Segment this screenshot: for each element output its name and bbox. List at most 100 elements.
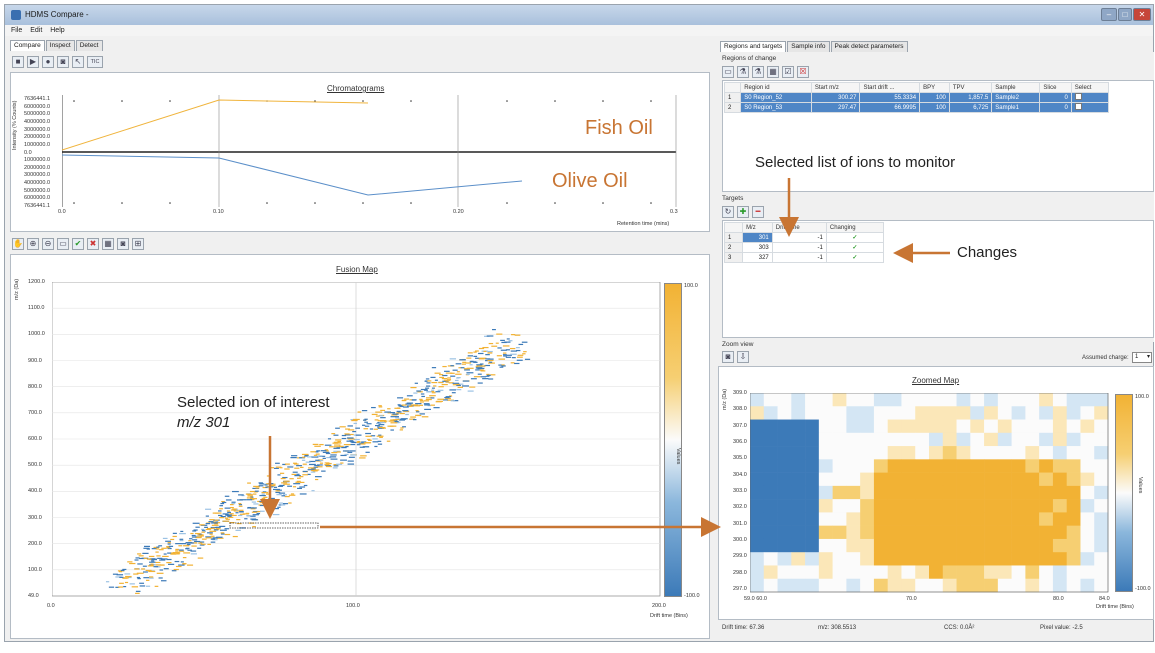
add-icon[interactable]: ✚ [737, 206, 749, 218]
fusion-point [491, 345, 498, 347]
stop-icon[interactable]: ■ [12, 56, 24, 68]
fusion-point [238, 502, 242, 505]
fusion-point [336, 463, 343, 465]
heatmap-cell [1080, 432, 1095, 447]
heatmap-cell [997, 578, 1012, 593]
heatmap-cell [1039, 525, 1054, 540]
flask-icon[interactable]: ⚗ [737, 66, 749, 78]
fusion-point [149, 577, 154, 579]
grid-icon[interactable]: ⊞ [132, 238, 144, 250]
col-header[interactable]: Changing [825, 222, 885, 233]
col-header[interactable]: M/z [742, 222, 773, 233]
camera-icon[interactable]: ◙ [722, 351, 734, 363]
col-header[interactable]: Region id [740, 82, 812, 93]
heatmap-cell [750, 565, 765, 580]
image-icon[interactable]: ▦ [767, 66, 779, 78]
fusion-point [263, 504, 269, 506]
table-row[interactable]: 2 303 -1 ✓ [723, 242, 885, 253]
fusion-point [137, 553, 142, 555]
fusion-point [158, 577, 163, 579]
check-all-icon[interactable]: ☑ [782, 66, 794, 78]
fusion-point [226, 514, 231, 517]
heatmap-cell [929, 578, 944, 593]
tab-detect[interactable]: Detect [75, 40, 103, 51]
play-icon[interactable]: ▶ [27, 56, 39, 68]
record-icon[interactable]: ● [42, 56, 54, 68]
image-icon[interactable]: ▦ [102, 238, 114, 250]
reject-icon[interactable]: ✖ [87, 238, 99, 250]
menu-file[interactable]: File [11, 27, 22, 34]
col-header[interactable]: Drift time [771, 222, 827, 233]
heatmap-cell [1066, 552, 1081, 566]
tic-button[interactable]: TIC [87, 56, 103, 68]
fusion-point [455, 363, 462, 365]
fusion-point [420, 393, 425, 395]
col-header[interactable]: Start m/z [810, 82, 861, 93]
zoom-x-tick: 80.0 [1053, 596, 1064, 602]
olive-oil-label: Olive Oil [552, 170, 628, 192]
chromatogram-title: Chromatograms [327, 84, 385, 93]
fusion-point [489, 361, 493, 363]
remove-icon[interactable]: ━ [752, 206, 764, 218]
select-region-icon[interactable]: ▭ [57, 238, 69, 250]
fusion-point [180, 561, 184, 563]
menu-edit[interactable]: Edit [30, 27, 42, 34]
assumed-charge-select[interactable]: 1 ▾ [1132, 352, 1152, 363]
col-header[interactable]: Sample [991, 82, 1041, 93]
select-checkbox[interactable] [1070, 92, 1110, 103]
pan-icon[interactable]: ✋ [12, 238, 24, 250]
tab-sample-info[interactable]: Sample info [787, 41, 830, 52]
uncheck-all-icon[interactable]: ☒ [797, 66, 809, 78]
heatmap-cell [1080, 446, 1095, 460]
fusion-point [377, 420, 383, 422]
heatmap-cell [887, 459, 902, 473]
heatmap-cell [750, 578, 765, 593]
tab-regions-and-targets[interactable]: Regions and targets [720, 41, 787, 52]
fusion-point [302, 456, 306, 458]
heatmap-cell [997, 419, 1012, 434]
fusion-point [377, 443, 383, 445]
fusion-ylabel: m/z (Da) [14, 278, 20, 300]
table-row[interactable]: 1 S0 Region_52 300.27 55.3334 100 1,857.… [723, 92, 1110, 103]
table-row[interactable]: 2 S0 Region_53 297.47 66.9995 100 6,725 … [723, 102, 1110, 113]
menu-help[interactable]: Help [50, 27, 64, 34]
heatmap-cell [763, 499, 778, 513]
close-button[interactable]: ✕ [1133, 8, 1151, 21]
fusion-point [186, 542, 194, 544]
heatmap-cell [818, 578, 833, 593]
col-header[interactable]: BPY [919, 82, 950, 93]
col-header[interactable]: Select [1070, 82, 1110, 93]
heatmap-cell [1066, 565, 1081, 580]
camera-icon[interactable]: ◙ [117, 238, 129, 250]
tab-peak-detect-parameters[interactable]: Peak detect parameters [830, 41, 908, 52]
flask-alt-icon[interactable]: ⚗ [752, 66, 764, 78]
heatmap-cell [832, 393, 847, 407]
select-icon[interactable]: ▭ [722, 66, 734, 78]
refresh-icon[interactable]: ↻ [722, 206, 734, 218]
export-icon[interactable]: ⇩ [737, 351, 749, 363]
fusion-point [459, 359, 466, 361]
col-header[interactable]: Start drift ... [859, 82, 921, 93]
heatmap-cell [984, 406, 999, 420]
minimize-button[interactable]: – [1101, 8, 1117, 21]
zoom-out-icon[interactable]: ⊖ [42, 238, 54, 250]
fusion-point [182, 557, 187, 559]
heatmap-cell [1080, 552, 1095, 566]
tab-compare[interactable]: Compare [10, 40, 45, 51]
table-row[interactable]: 1 301 -1 ✓ [723, 232, 885, 243]
fusion-point [498, 358, 506, 360]
heatmap-cell [887, 406, 902, 420]
heatmap-cell [929, 393, 944, 407]
fusion-point [424, 404, 431, 406]
tab-inspect[interactable]: Inspect [45, 40, 75, 51]
camera-icon[interactable]: ◙ [57, 56, 69, 68]
pointer-icon[interactable]: ↖ [72, 56, 84, 68]
table-row[interactable]: 3 327 -1 ✓ [723, 252, 885, 263]
select-checkbox[interactable] [1070, 102, 1110, 113]
col-header[interactable]: TPV [948, 82, 993, 93]
fusion-point [209, 519, 215, 521]
accept-icon[interactable]: ✔ [72, 238, 84, 250]
col-header[interactable]: Slice [1039, 82, 1072, 93]
zoom-in-icon[interactable]: ⊕ [27, 238, 39, 250]
maximize-button[interactable]: □ [1118, 8, 1132, 21]
